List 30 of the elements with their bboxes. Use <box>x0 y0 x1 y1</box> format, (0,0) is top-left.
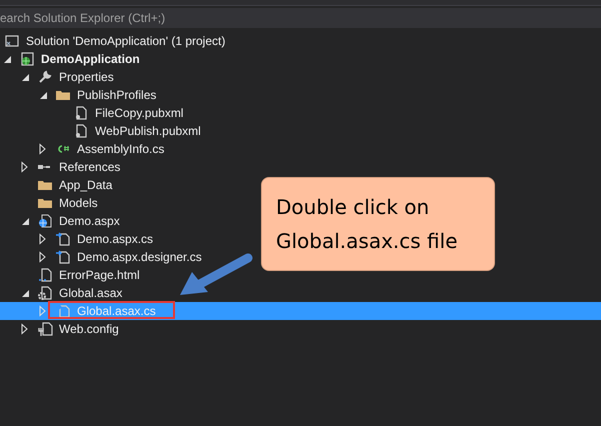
tree-item[interactable]: FileCopy.pubxml <box>0 104 184 122</box>
code-file-icon <box>55 249 71 265</box>
config-file-icon <box>37 321 53 337</box>
tree-item[interactable]: WebPublish.pubxml <box>0 122 201 140</box>
search-field[interactable]: earch Solution Explorer (Ctrl+;) <box>0 8 601 28</box>
tree-item[interactable]: Demo.aspx.cs <box>0 230 154 248</box>
tree-item[interactable]: App_Data <box>0 176 112 194</box>
web-project-icon <box>19 51 35 67</box>
tree-item[interactable]: Global.asax <box>0 284 122 302</box>
tree-item[interactable]: PublishProfiles <box>0 86 156 104</box>
tree-item[interactable]: References <box>0 158 120 176</box>
gear-file-icon <box>37 285 53 301</box>
globe-icon <box>37 213 53 229</box>
file-icon <box>73 105 89 121</box>
html-file-icon <box>37 267 53 283</box>
solution-icon <box>4 33 20 49</box>
tree-item[interactable]: Models <box>0 194 98 212</box>
callout-text: Double click on <box>276 194 430 221</box>
tree-item[interactable]: Properties <box>0 68 114 86</box>
tree-item[interactable]: DemoApplication <box>0 50 140 68</box>
tree-item[interactable]: ErrorPage.html <box>0 266 140 284</box>
tree-item[interactable]: AssemblyInfo.cs <box>0 140 164 158</box>
callout-text: Global.asax.cs file <box>276 228 459 255</box>
tree-item[interactable]: Solution 'DemoApplication' (1 project) <box>0 32 226 50</box>
tree-item[interactable]: Web.config <box>0 320 119 338</box>
code-file-icon <box>55 231 71 247</box>
tree-item[interactable]: Demo.aspx.designer.cs <box>0 248 202 266</box>
tree-item[interactable]: Demo.aspx <box>0 212 120 230</box>
file-icon <box>73 123 89 139</box>
wrench-icon <box>37 69 53 85</box>
